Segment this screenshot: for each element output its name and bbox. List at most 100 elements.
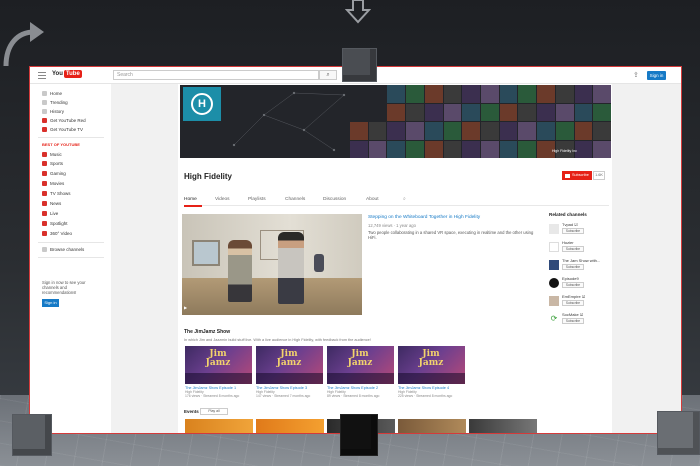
tab-about[interactable]: About [366, 197, 379, 202]
sidebar-item-trending[interactable]: Trending [42, 99, 68, 106]
web-overlay-window[interactable]: You Tube Search ⌕ ⇪ Sign in Home Trending… [29, 66, 682, 434]
sidebar-item-gaming[interactable]: Gaming [42, 170, 66, 177]
banner-tile [387, 122, 406, 140]
event-thumbnail[interactable] [185, 419, 253, 433]
event-thumbnail[interactable] [256, 419, 324, 433]
section-title[interactable]: The JimJamz Show [184, 329, 230, 335]
search-input[interactable]: Search [113, 70, 319, 80]
sidebar-item-music[interactable]: Music [42, 151, 62, 158]
subscriber-count: 1.6K [593, 171, 605, 180]
menu-icon[interactable] [38, 72, 46, 79]
sidebar-item-browse-channels[interactable]: Browse channels [42, 246, 84, 253]
sidebar-item-live[interactable]: Live [42, 210, 58, 217]
banner-tile [443, 85, 462, 103]
sidebar-signin-note: Sign in now to see your channels and rec… [42, 280, 86, 295]
play-all-button[interactable]: Play all [200, 408, 228, 415]
channel-avatar[interactable] [549, 296, 559, 306]
related-channel-item[interactable]: The Jam Show with... Subscribe [549, 258, 607, 276]
banner-social-link[interactable]: High Fidelity Inc [552, 149, 577, 153]
banner-tile [537, 85, 555, 103]
featured-video-title[interactable]: Stepping on the Whiteboard Together in H… [368, 215, 548, 220]
sidebar-item-movies[interactable]: Movies [42, 180, 64, 187]
tab-discussion[interactable]: Discussion [323, 197, 346, 202]
music-icon [42, 152, 47, 157]
subscribe-button[interactable]: Subscribe [562, 171, 592, 180]
video-thumbnail[interactable]: Jim Jamz [256, 346, 323, 384]
sidebar-item-home[interactable]: Home [42, 90, 62, 97]
upload-icon[interactable]: ⇪ [633, 71, 639, 79]
channel-avatar[interactable] [549, 242, 559, 252]
featured-video-player[interactable]: ▶ [182, 214, 362, 315]
banner-tile [369, 104, 387, 122]
banner-tile [555, 122, 574, 140]
related-channel-item[interactable]: Tvpad ☑ Subscribe [549, 222, 607, 240]
active-tab-indicator [184, 205, 202, 207]
overlay-handle-top[interactable] [342, 48, 377, 82]
sidebar-item-youtube-tv[interactable]: Get YouTube TV [42, 126, 83, 133]
related-channel-item[interactable]: EmEmpire ☑ Subscribe [549, 294, 607, 312]
overlay-handle-bottom-left[interactable] [12, 414, 52, 456]
related-channel-item[interactable]: ⟳ SocMake ☑ Subscribe [549, 312, 607, 330]
subscribe-button[interactable]: Subscribe [562, 300, 584, 306]
sidebar-item-sports[interactable]: Sports [42, 160, 63, 167]
header-signin-button[interactable]: Sign in [647, 71, 666, 80]
sidebar-item-tv-shows[interactable]: TV Shows [42, 190, 71, 197]
sidebar-signin-button[interactable]: Sign in [42, 299, 59, 307]
channel-avatar[interactable]: ⟳ [549, 314, 559, 324]
banner-tile [480, 103, 499, 121]
subscribe-button[interactable]: Subscribe [562, 282, 584, 288]
sidebar-item-360-video[interactable]: 360° Video [42, 230, 72, 237]
sidebar-item-history[interactable]: History [42, 108, 64, 115]
video-meta: 147 views · Streamed 7 months ago [256, 394, 311, 398]
banner-tile [462, 103, 480, 121]
subscribe-button[interactable]: Subscribe [562, 318, 584, 324]
banner-tile [350, 122, 368, 140]
subscribe-button[interactable]: Subscribe [562, 228, 584, 234]
movies-icon [42, 181, 47, 186]
banner-tile [480, 85, 499, 103]
video-thumbnail[interactable]: Jim Jamz [185, 346, 252, 384]
overlay-handle-bottom-right[interactable] [657, 411, 700, 455]
related-channel-item[interactable]: Episode9 Subscribe [549, 276, 607, 294]
video-card[interactable]: Jim Jamz The JimJamz Show Episode 3 High… [256, 346, 324, 398]
video-thumbnail[interactable]: Jim Jamz [327, 346, 394, 384]
event-thumbnail[interactable] [469, 419, 537, 433]
tab-home[interactable]: Home [184, 197, 197, 202]
channel-avatar[interactable] [549, 278, 559, 288]
sidebar-item-spotlight[interactable]: Spotlight [42, 220, 68, 227]
event-thumbnail[interactable] [398, 419, 466, 433]
video-card[interactable]: Jim Jamz The JimJamz Show Episode 4 High… [398, 346, 466, 398]
video-card[interactable]: Jim Jamz The JimJamz Show Episode 1 High… [185, 346, 253, 398]
banner-tile [350, 104, 368, 122]
arrow-down-icon[interactable] [345, 0, 371, 24]
banner-tile [480, 140, 499, 158]
channel-avatar[interactable] [549, 260, 559, 270]
subscribe-button[interactable]: Subscribe [562, 246, 584, 252]
tab-videos[interactable]: Videos [215, 197, 230, 202]
banner-tile [406, 122, 424, 140]
channel-tabs: Home Videos Playlists Channels Discussio… [184, 194, 609, 207]
video-card[interactable]: Jim Jamz The JimJamz Show Episode 2 High… [327, 346, 395, 398]
channel-avatar[interactable] [549, 224, 559, 234]
channel-logo[interactable]: H [183, 87, 221, 121]
tab-playlists[interactable]: Playlists [248, 197, 266, 202]
section-subtitle: In which Jim and Jazzmin build stuff liv… [184, 338, 371, 342]
youtube-logo[interactable]: You Tube [52, 70, 82, 78]
play-icon[interactable]: ▶ [184, 305, 187, 310]
rotate-icon[interactable] [0, 20, 50, 70]
subscribe-button[interactable]: Subscribe [562, 264, 584, 270]
sidebar-item-youtube-red[interactable]: Get YouTube Red [42, 117, 86, 124]
tab-channels[interactable]: Channels [285, 197, 305, 202]
banner-tile [499, 85, 518, 103]
banner-image-mosaic [350, 85, 611, 158]
video-thumbnail[interactable]: Jim Jamz [398, 346, 465, 384]
search-icon[interactable]: ⌕ [403, 196, 406, 202]
banner-tile [443, 103, 462, 121]
banner-tile [574, 140, 593, 158]
sidebar-item-news[interactable]: News [42, 200, 61, 207]
events-section-title[interactable]: Events [184, 409, 199, 414]
overlay-handle-bottom-center[interactable] [340, 414, 378, 456]
related-channel-item[interactable]: Hozier Subscribe [549, 240, 607, 258]
search-button[interactable]: ⌕ [319, 70, 337, 80]
banner-tile [462, 122, 480, 140]
